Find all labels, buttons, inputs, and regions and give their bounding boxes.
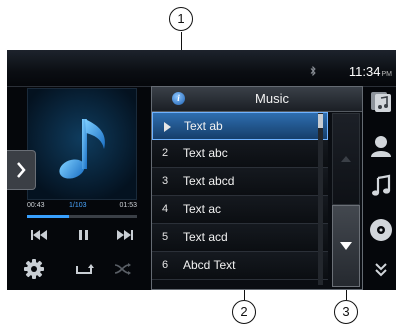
more-button[interactable] (369, 260, 393, 280)
elapsed-time: 00:43 (27, 202, 45, 209)
list-item-label: Text abc (183, 146, 228, 160)
list-item-label: Text acd (183, 230, 228, 244)
bluetooth-icon (310, 65, 316, 77)
music-note-icon (59, 119, 105, 179)
total-time: 01:53 (119, 202, 137, 209)
artist-button[interactable] (369, 134, 393, 158)
list-item-label: Abcd Text (183, 258, 236, 272)
clock-ampm: PM (381, 71, 393, 78)
disc-icon (370, 219, 392, 241)
list-item[interactable]: 5 Text acd (152, 224, 328, 252)
repeat-button[interactable] (73, 262, 95, 276)
caret-up-icon (341, 156, 351, 162)
chevron-right-icon (17, 162, 26, 178)
artist-icon (371, 136, 391, 157)
info-icon[interactable]: i (172, 92, 185, 105)
list-item-label: Text abcd (183, 174, 235, 188)
list-item-index: 6 (162, 259, 169, 271)
callout-2: 2 (232, 300, 256, 324)
list-item[interactable]: 6 Abcd Text (152, 252, 328, 280)
caret-down-icon (340, 242, 352, 250)
disc-button[interactable] (369, 218, 393, 242)
scrollbar-thumb[interactable] (318, 114, 323, 128)
album-art (27, 88, 137, 200)
gear-icon (24, 259, 44, 279)
list-item[interactable]: 3 Text abcd (152, 168, 328, 196)
music-folder-icon (371, 92, 391, 112)
next-button[interactable] (115, 228, 135, 242)
page-up-button[interactable] (332, 113, 360, 205)
pause-button[interactable] (73, 228, 93, 242)
music-note-icon (372, 174, 391, 196)
music-list-panel: i Music Text ab 2 Text abc 3 Text abcd 4… (151, 86, 363, 290)
list-item-index: 5 (162, 231, 169, 243)
progress-bar[interactable] (27, 215, 137, 218)
skip-previous-icon (31, 230, 47, 240)
songs-button[interactable] (369, 174, 393, 198)
clock: 11:34PM (349, 64, 392, 79)
status-bar: 11:34PM (7, 50, 396, 87)
track-list: Text ab 2 Text abc 3 Text abcd 4 Text ac… (152, 112, 328, 280)
repeat-icon (76, 264, 94, 274)
shuffle-icon (114, 263, 131, 275)
expand-panel-button[interactable] (7, 150, 36, 190)
list-item-label: Text ac (183, 202, 222, 216)
callout-3: 3 (334, 300, 358, 324)
skip-next-icon (117, 230, 133, 240)
shuffle-button[interactable] (113, 262, 133, 276)
list-item-index: 3 (162, 175, 169, 187)
list-item[interactable]: 4 Text ac (152, 196, 328, 224)
settings-button[interactable] (23, 258, 45, 280)
progress-fill (27, 215, 69, 218)
pause-icon (79, 230, 88, 240)
time-readout: 00:43 1/103 01:53 (27, 202, 137, 214)
track-position: 1/103 (69, 202, 87, 209)
list-header: i Music (152, 87, 362, 112)
double-chevron-down-icon (375, 263, 387, 277)
list-title: Music (255, 91, 289, 106)
page-down-button[interactable] (332, 205, 360, 287)
now-playing-icon (164, 122, 171, 132)
list-item-selected[interactable]: Text ab (152, 112, 328, 140)
scrollbar-track[interactable] (318, 113, 323, 285)
list-item-label: Text ab (184, 119, 223, 133)
previous-button[interactable] (29, 228, 49, 242)
clock-time: 11:34 (348, 64, 381, 79)
head-unit-screen: 11:34PM 00:43 1/103 01:53 i Music Text a… (7, 50, 396, 290)
list-item-index: 4 (162, 203, 169, 215)
callout-1: 1 (169, 7, 193, 31)
music-folder-button[interactable] (369, 90, 393, 114)
list-item-index: 2 (162, 147, 169, 159)
list-item[interactable]: 2 Text abc (152, 140, 328, 168)
